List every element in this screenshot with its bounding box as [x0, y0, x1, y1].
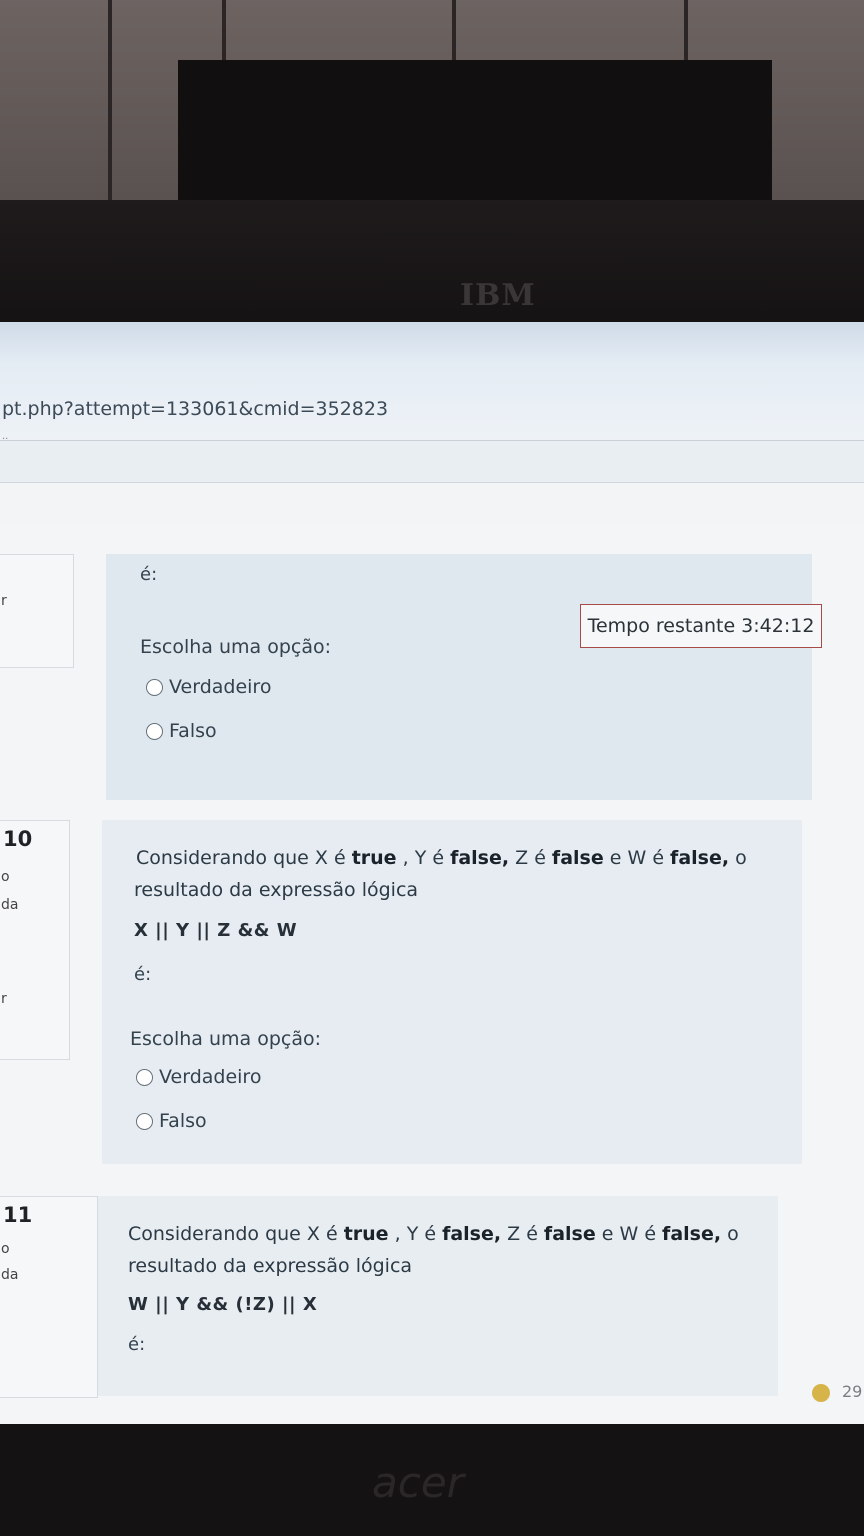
laptop-screen: pt.php?attempt=133061&cmid=352823 ·· r é…: [0, 322, 864, 1424]
address-bar-url[interactable]: pt.php?attempt=133061&cmid=352823: [2, 398, 388, 420]
laptop-brand-logo: acer: [372, 1458, 464, 1507]
question-info-9: r: [0, 554, 74, 668]
option-false-9[interactable]: Falso: [146, 720, 217, 742]
question-info-text: r: [1, 593, 7, 609]
question-text-10: Considerando que X é true , Y é false, Z…: [136, 847, 747, 869]
option-label: Falso: [159, 1110, 207, 1132]
question-text-line2: resultado da expressão lógica: [128, 1255, 413, 1277]
question-info-10: 10 o da r: [0, 820, 70, 1060]
question-number: 10: [3, 827, 33, 851]
question-e-label: é:: [134, 964, 152, 985]
question-text-line2: resultado da expressão lógica: [134, 879, 419, 901]
logic-expression: X || Y || Z && W: [134, 920, 298, 941]
radio-button[interactable]: [136, 1068, 153, 1086]
option-label: Verdadeiro: [159, 1066, 262, 1088]
laptop-bezel-bottom: acer: [0, 1424, 864, 1536]
question-number: 11: [3, 1203, 33, 1227]
question-text-11: Considerando que X é true , Y é false, Z…: [128, 1223, 739, 1245]
question-e-label: é:: [140, 564, 158, 585]
logic-expression: W || Y && (!Z) || X: [128, 1294, 318, 1315]
option-label: Falso: [169, 720, 217, 742]
time-remaining-box: Tempo restante 3:42:12: [580, 604, 822, 648]
option-true-9[interactable]: Verdadeiro: [146, 676, 271, 698]
toolbar-dots: ··: [2, 434, 9, 445]
question-info-text: da: [1, 897, 19, 913]
choose-option-label: Escolha uma opção:: [130, 1028, 322, 1050]
option-label: Verdadeiro: [169, 676, 272, 698]
page-header-bar: [0, 482, 864, 526]
tray-icon[interactable]: [812, 1384, 830, 1402]
timer-value: 3:42:12: [741, 615, 815, 637]
question-info-text: o: [1, 869, 10, 885]
monitor-brand-logo: IBM: [460, 278, 536, 313]
radio-button[interactable]: [146, 678, 163, 696]
laptop-bezel-top: IBM: [0, 200, 864, 330]
choose-option-label: Escolha uma opção:: [140, 636, 332, 658]
browser-toolbar: pt.php?attempt=133061&cmid=352823 ··: [0, 322, 864, 445]
radio-button[interactable]: [136, 1112, 153, 1130]
option-true-10[interactable]: Verdadeiro: [136, 1066, 261, 1088]
question-info-text: r: [1, 991, 7, 1007]
question-info-text: o: [1, 1241, 10, 1257]
timer-label: Tempo restante: [587, 615, 736, 637]
option-false-10[interactable]: Falso: [136, 1110, 207, 1132]
question-info-11: 11 o da: [0, 1196, 98, 1398]
taskbar-clock: 29: [842, 1382, 863, 1401]
radio-button[interactable]: [146, 722, 163, 740]
quiz-content: r é: Escolha uma opção: Verdadeiro Falso…: [0, 524, 864, 1424]
question-info-text: da: [1, 1267, 19, 1283]
question-e-label: é:: [128, 1334, 146, 1355]
